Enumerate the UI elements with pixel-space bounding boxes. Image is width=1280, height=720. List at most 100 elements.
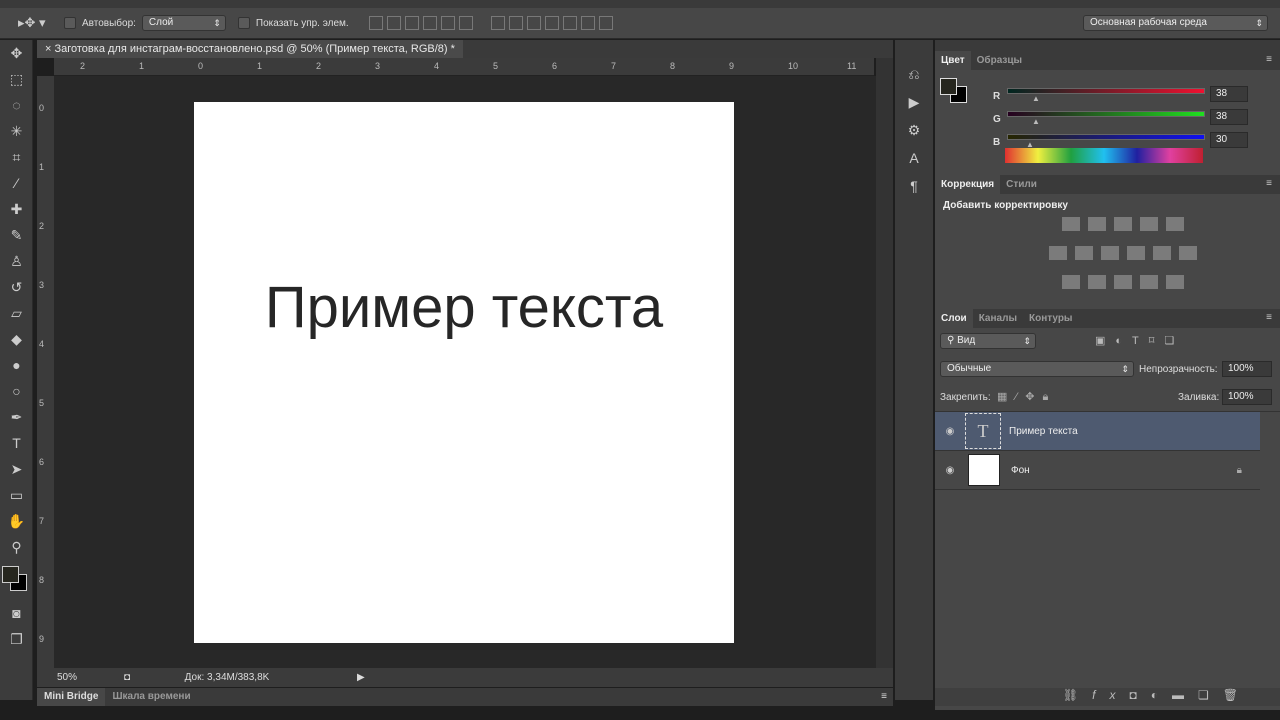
- status-icon[interactable]: ◘: [97, 672, 157, 683]
- hue-saturation-icon[interactable]: [1048, 246, 1067, 260]
- tab-swatches[interactable]: Образцы: [971, 51, 1028, 70]
- mask-icon[interactable]: ◘: [1130, 688, 1151, 702]
- autoselect-checkbox[interactable]: [64, 17, 76, 29]
- autoselect-dropdown[interactable]: Слой: [141, 15, 226, 31]
- tab-adjustments[interactable]: Коррекция: [935, 175, 1001, 194]
- align-bottom-icon[interactable]: [404, 16, 419, 30]
- distribute-right-icon[interactable]: [580, 16, 595, 30]
- layer-row-text[interactable]: ◉ T Пример текста: [935, 412, 1260, 451]
- auto-align-icon[interactable]: [598, 16, 613, 30]
- layer-name[interactable]: Фон: [1011, 465, 1030, 476]
- invert-icon[interactable]: [1061, 275, 1080, 289]
- paint-bucket-icon[interactable]: ◆: [0, 326, 33, 352]
- opacity-input[interactable]: 100%: [1222, 361, 1272, 377]
- r-input[interactable]: 38: [1210, 86, 1248, 102]
- tab-timeline[interactable]: Шкала времени: [105, 688, 197, 706]
- brush-tool-icon[interactable]: ✎: [0, 222, 33, 248]
- r-slider-handle[interactable]: ▲: [1032, 94, 1040, 103]
- tab-color[interactable]: Цвет: [935, 51, 971, 70]
- tab-paths[interactable]: Контуры: [1023, 309, 1078, 328]
- tab-styles[interactable]: Стили: [1000, 175, 1043, 194]
- tab-channels[interactable]: Каналы: [973, 309, 1023, 328]
- layer-filter-icons[interactable]: ▣◐T⌑❏: [1095, 334, 1184, 347]
- actions-play-icon[interactable]: ▶: [895, 88, 933, 116]
- gradient-map-icon[interactable]: [1165, 275, 1184, 289]
- layer-filter-dropdown[interactable]: ⚲ Вид: [940, 333, 1036, 349]
- eye-icon[interactable]: ◉: [935, 426, 965, 437]
- align-right-icon[interactable]: [458, 16, 473, 30]
- b-slider[interactable]: [1007, 134, 1205, 140]
- panel-menu-icon[interactable]: ≡: [881, 688, 893, 706]
- blend-mode-dropdown[interactable]: Обычные: [940, 361, 1134, 377]
- exposure-icon[interactable]: [1139, 217, 1158, 231]
- eraser-icon[interactable]: ▱: [0, 300, 33, 326]
- adjustment-layer-icon[interactable]: ◐: [1151, 688, 1172, 702]
- distribute-hcenter-icon[interactable]: [562, 16, 577, 30]
- fill-input[interactable]: 100%: [1222, 389, 1272, 405]
- tab-mini-bridge[interactable]: Mini Bridge: [37, 688, 106, 706]
- blur-tool-icon[interactable]: ●: [0, 352, 33, 378]
- stamp-tool-icon[interactable]: ♙: [0, 248, 33, 274]
- move-tool-icon[interactable]: ✥: [0, 40, 33, 66]
- fx-icon[interactable]: fx: [1092, 688, 1129, 702]
- color-swatches[interactable]: [0, 560, 32, 600]
- zoom-level[interactable]: 50%: [37, 672, 97, 683]
- curves-icon[interactable]: [1113, 217, 1132, 231]
- color-balance-icon[interactable]: [1074, 246, 1093, 260]
- g-slider-handle[interactable]: ▲: [1032, 117, 1040, 126]
- vertical-scrollbar[interactable]: [876, 58, 893, 668]
- new-layer-icon[interactable]: ❏: [1198, 688, 1223, 702]
- distribute-left-icon[interactable]: [544, 16, 559, 30]
- document-tab[interactable]: × Заготовка для инстаграм-восстановлено.…: [37, 40, 463, 58]
- canvas-text[interactable]: Пример текста: [265, 274, 663, 341]
- document-canvas[interactable]: Пример текста: [194, 102, 734, 643]
- status-menu-arrow-icon[interactable]: ▶: [357, 672, 365, 683]
- dodge-tool-icon[interactable]: ○: [0, 378, 33, 404]
- posterize-icon[interactable]: [1087, 275, 1106, 289]
- magic-wand-icon[interactable]: ✳: [0, 118, 33, 144]
- show-controls-checkbox[interactable]: [237, 17, 250, 29]
- lasso-tool-icon[interactable]: ◌: [0, 92, 33, 118]
- foreground-color-swatch[interactable]: [940, 78, 957, 95]
- color-spectrum[interactable]: [1005, 148, 1203, 163]
- pen-tool-icon[interactable]: ✒: [0, 404, 33, 430]
- photo-filter-icon[interactable]: [1126, 246, 1145, 260]
- brightness-icon[interactable]: [1061, 217, 1080, 231]
- eyedropper-icon[interactable]: ⁄: [0, 170, 33, 196]
- black-white-icon[interactable]: [1100, 246, 1119, 260]
- shape-tool-icon[interactable]: ▭: [0, 482, 33, 508]
- b-input[interactable]: 30: [1210, 132, 1248, 148]
- move-tool-preset-icon[interactable]: ▸✥ ▾: [18, 15, 58, 31]
- vibrance-icon[interactable]: [1165, 217, 1184, 231]
- color-lookup-icon[interactable]: [1178, 246, 1197, 260]
- quick-mask-icon[interactable]: ◙: [0, 600, 33, 626]
- crop-tool-icon[interactable]: ⌗: [0, 144, 33, 170]
- character-icon[interactable]: A: [895, 144, 933, 172]
- threshold-icon[interactable]: [1113, 275, 1132, 289]
- panel-menu-icon[interactable]: ≡: [1266, 312, 1272, 323]
- align-left-icon[interactable]: [422, 16, 437, 30]
- path-select-icon[interactable]: ➤: [0, 456, 33, 482]
- healing-brush-icon[interactable]: ✚: [0, 196, 33, 222]
- history-brush-icon[interactable]: ↺: [0, 274, 33, 300]
- distribute-bottom-icon[interactable]: [526, 16, 541, 30]
- history-icon[interactable]: ⎌: [895, 60, 933, 88]
- marquee-tool-icon[interactable]: ⬚: [0, 66, 33, 92]
- channel-mixer-icon[interactable]: [1152, 246, 1171, 260]
- selective-color-icon[interactable]: [1139, 275, 1158, 289]
- align-hcenter-icon[interactable]: [440, 16, 455, 30]
- tool-presets-icon[interactable]: ⚙: [895, 116, 933, 144]
- screen-mode-icon[interactable]: ❐: [0, 626, 33, 652]
- workspace-dropdown[interactable]: Основная рабочая среда: [1083, 15, 1268, 31]
- zoom-tool-icon[interactable]: ⚲: [0, 534, 33, 560]
- lock-icons[interactable]: ▦⁄✥🔒︎: [997, 390, 1056, 404]
- tab-layers[interactable]: Слои: [935, 309, 973, 328]
- link-icon[interactable]: ⛓: [1063, 688, 1092, 702]
- align-vcenter-icon[interactable]: [386, 16, 401, 30]
- trash-icon[interactable]: 🗑︎: [1223, 688, 1252, 702]
- layer-row-background[interactable]: ◉ Фон 🔒︎: [935, 451, 1260, 490]
- folder-icon[interactable]: ▬: [1172, 688, 1198, 702]
- distribute-vcenter-icon[interactable]: [508, 16, 523, 30]
- panel-menu-icon[interactable]: ≡: [1266, 54, 1272, 65]
- distribute-top-icon[interactable]: [490, 16, 505, 30]
